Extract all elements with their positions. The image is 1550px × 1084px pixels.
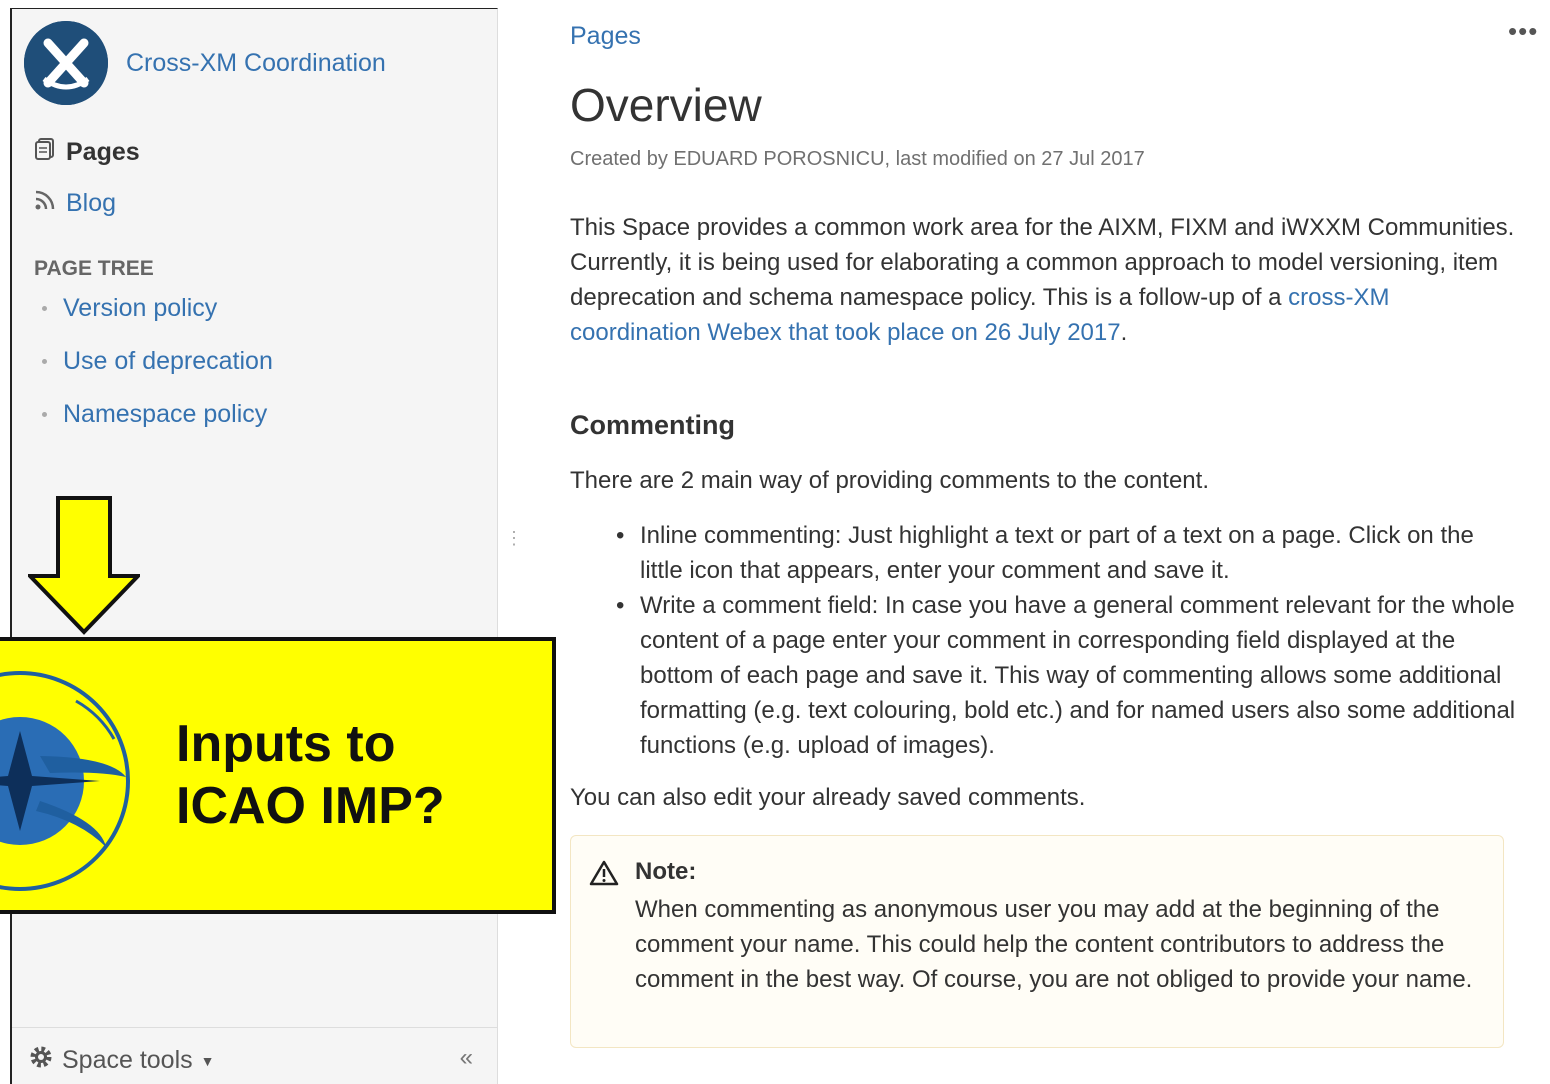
bullet-icon [42, 306, 47, 311]
note-body: When commenting as anonymous user you ma… [635, 896, 1473, 993]
intro-end: . [1120, 319, 1128, 346]
icao-emblem-icon [0, 671, 130, 891]
comment-methods-list: Inline commenting: Just highlight a text… [616, 518, 1516, 763]
space-tools-label: Space tools [62, 1046, 193, 1074]
callout-line-1: Inputs to [176, 715, 396, 773]
callout-line-2: ICAO IMP? [176, 777, 445, 835]
commenting-text: There are 2 main way of providing commen… [570, 467, 1209, 494]
icao-callout: Inputs to ICAO IMP? [0, 637, 556, 914]
down-arrow-icon [28, 496, 140, 635]
rss-icon [34, 189, 56, 218]
page-title: Overview [570, 79, 762, 131]
sidebar-item-label: Blog [66, 189, 117, 217]
tree-item-label: Use of deprecation [63, 347, 273, 375]
edit-comments-text: You can also edit your already saved com… [570, 784, 1086, 811]
tree-item-label: Version policy [63, 294, 218, 322]
breadcrumb-pages[interactable]: Pages [570, 22, 641, 51]
list-item: Inline commenting: Just highlight a text… [616, 518, 1516, 588]
gear-icon [28, 1044, 54, 1077]
callout-text: Inputs to ICAO IMP? [176, 713, 445, 837]
space-logo-icon[interactable] [24, 21, 108, 105]
note-panel: Note: When commenting as anonymous user … [570, 835, 1504, 1048]
commenting-heading: Commenting [570, 410, 735, 440]
sidebar-footer: Space tools ▼ « [12, 1027, 497, 1084]
page-metadata: Created by EDUARD POROSNICU, last modifi… [570, 148, 1145, 170]
caret-down-icon: ▼ [200, 1052, 215, 1069]
space-tools-button[interactable]: Space tools ▼ [28, 1044, 215, 1077]
tree-item-use-of-deprecation[interactable]: Use of deprecation [42, 347, 273, 376]
space-name-link[interactable]: Cross-XM Coordination [126, 49, 386, 78]
tree-item-version-policy[interactable]: Version policy [42, 294, 217, 323]
warning-icon [589, 860, 619, 891]
sidebar-resize-handle[interactable]: ⋮ [505, 529, 523, 547]
page-tree-heading: PAGE TREE [34, 257, 154, 280]
sidebar-item-blog[interactable]: Blog [34, 189, 116, 218]
sidebar-item-label: Pages [66, 138, 140, 166]
sidebar-item-pages[interactable]: Pages [34, 137, 140, 168]
tree-item-namespace-policy[interactable]: Namespace policy [42, 400, 267, 429]
intro-paragraph: This Space provides a common work area f… [570, 210, 1520, 350]
note-title: Note: [635, 858, 697, 885]
more-actions-button[interactable]: ••• [1508, 16, 1538, 47]
list-item: Write a comment field: In case you have … [616, 588, 1516, 763]
tree-item-label: Namespace policy [63, 400, 268, 428]
collapse-sidebar-button[interactable]: « [460, 1044, 473, 1072]
bullet-icon [42, 412, 47, 417]
bullet-icon [42, 359, 47, 364]
pages-icon [34, 137, 56, 168]
